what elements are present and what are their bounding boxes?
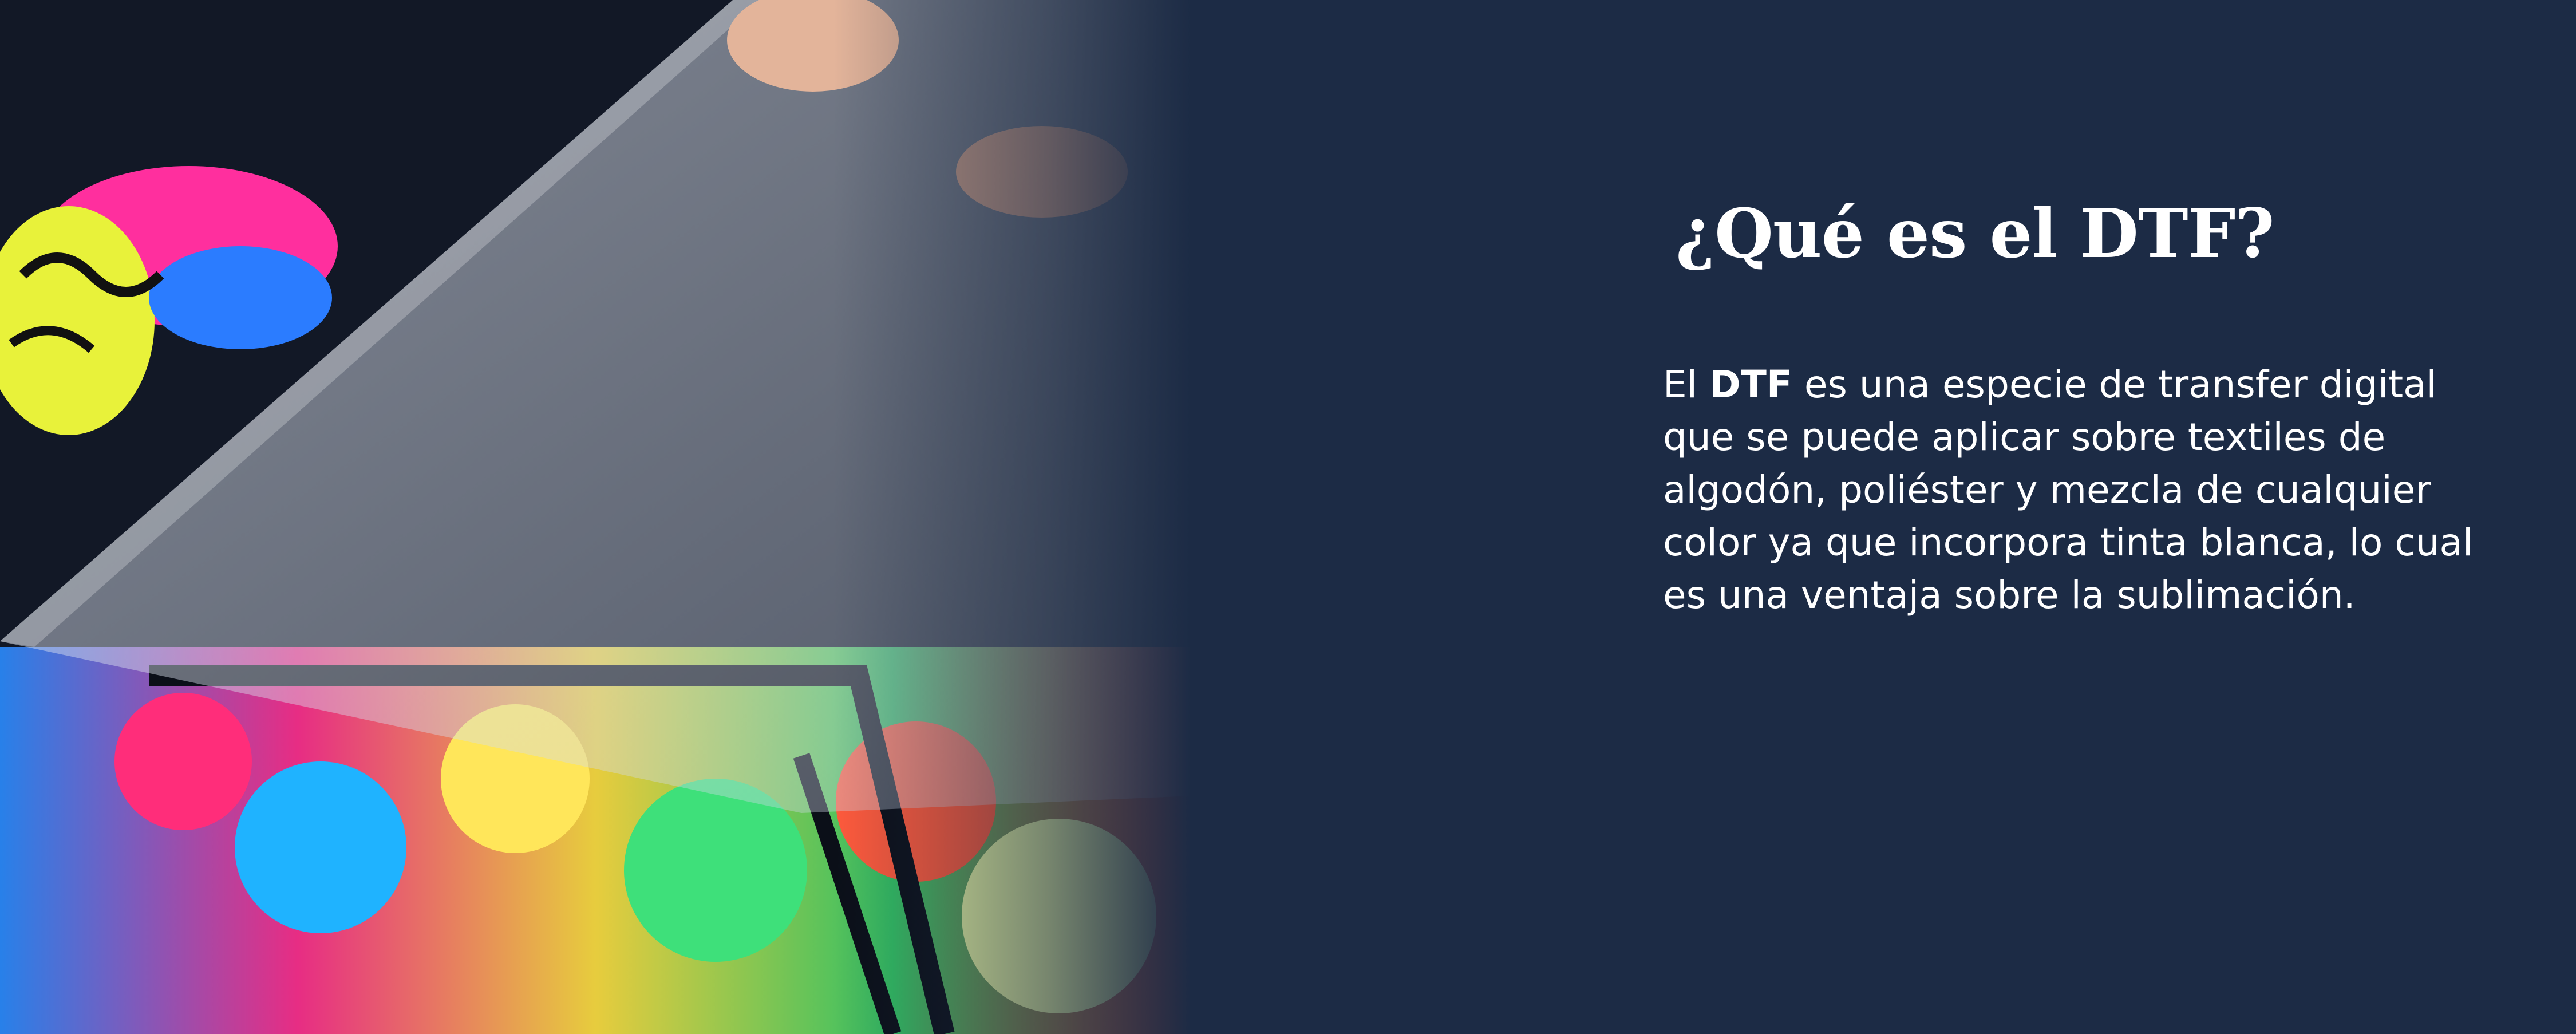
dtf-hero-banner: ¿Qué es el DTF? El DTF es una especie de… bbox=[0, 0, 2576, 1034]
hero-title: ¿Qué es el DTF? bbox=[1676, 194, 2275, 273]
description-bold-term: DTF bbox=[1709, 362, 1792, 407]
hero-description: El DTF es una especie de transfer digita… bbox=[1663, 358, 2476, 622]
description-prefix: El bbox=[1663, 362, 1710, 407]
hero-text-block: ¿Qué es el DTF? El DTF es una especie de… bbox=[1663, 195, 2476, 622]
dtf-transfer-photo bbox=[0, 0, 1191, 1034]
photo-fade-overlay bbox=[0, 0, 1191, 1034]
